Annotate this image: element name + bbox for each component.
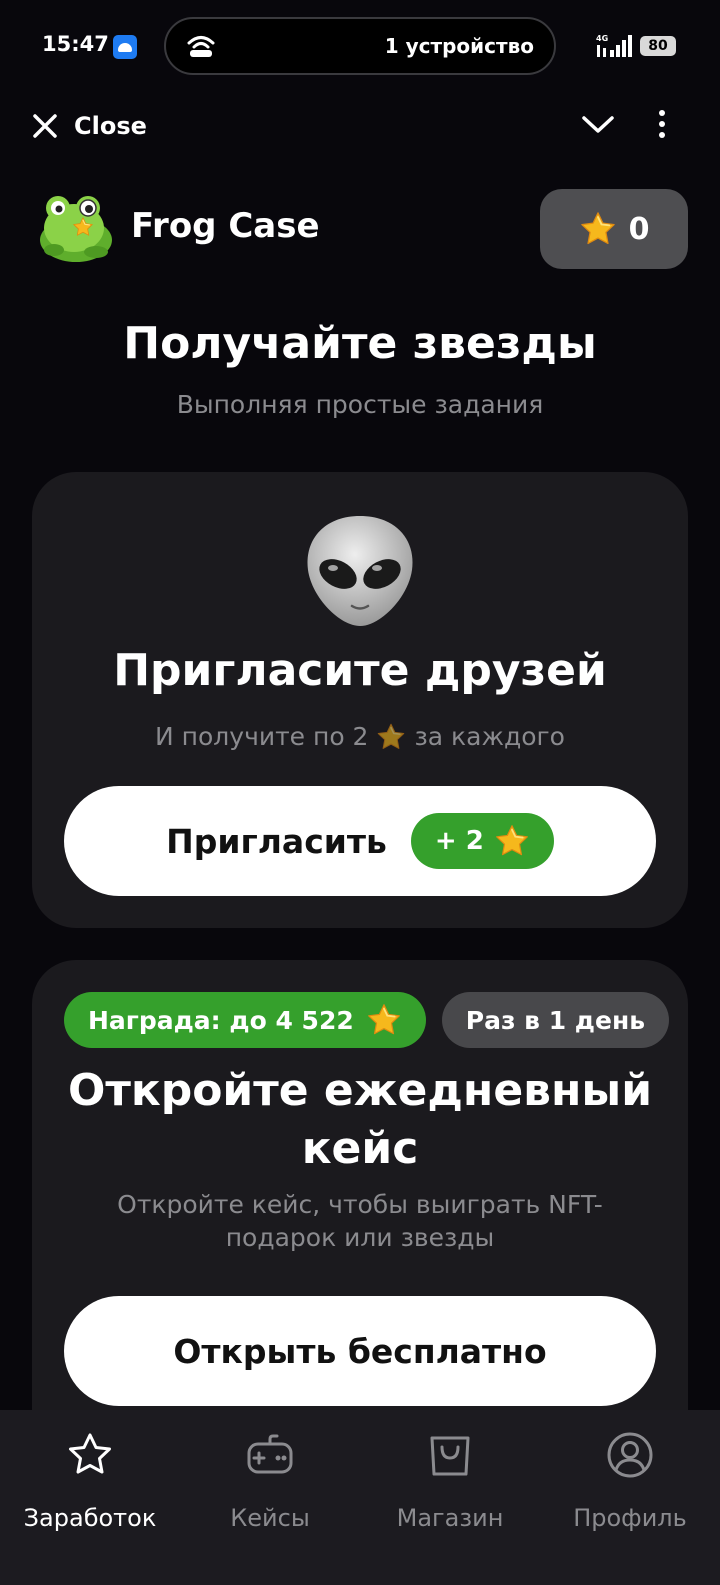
page-subtitle: Выполняя простые задания	[176, 390, 544, 419]
invite-button-label: Пригласить	[166, 821, 387, 861]
android-notification-icon	[113, 35, 137, 59]
frequency-badge-label: Раз в 1 день	[465, 1005, 646, 1035]
open-free-button[interactable]: Открыть бесплатно	[64, 1296, 656, 1406]
reward-badge-label: Награда: до 4 522	[88, 1005, 354, 1035]
star-icon	[494, 823, 530, 859]
profile-icon	[607, 1432, 653, 1478]
close-label: Close	[74, 112, 147, 140]
more-options-button[interactable]	[652, 106, 672, 142]
daily-case-badges: Награда: до 4 522 Раз в 1 день	[64, 992, 670, 1048]
nav-label-earnings: Заработок	[23, 1504, 157, 1532]
signal-4g-icon: 4G	[596, 34, 632, 57]
island-device-count: 1 устройство	[384, 34, 534, 58]
invite-desc-before: И получите по 2	[155, 722, 369, 751]
nav-item-earnings[interactable]: Заработок	[0, 1410, 180, 1585]
dot-icon	[659, 110, 665, 116]
daily-case-title: Откройте ежедневный кейс	[67, 1065, 653, 1174]
frog-logo	[40, 196, 112, 262]
frequency-badge: Раз в 1 день	[441, 992, 670, 1048]
star-outline-icon	[69, 1433, 111, 1474]
star-icon	[366, 1002, 402, 1038]
star-balance[interactable]: 0	[540, 189, 688, 269]
dot-icon	[659, 132, 665, 138]
daily-case-card: Награда: до 4 522 Раз в 1 день Откройте …	[32, 960, 688, 1460]
bottom-navigation: Заработок Кейсы Магазин Профиль	[0, 1410, 720, 1585]
svg-text:4G: 4G	[596, 34, 608, 43]
invite-description: И получите по 2 за каждого	[72, 720, 648, 753]
invite-friends-card: Пригласите друзей И получите по 2 за каж…	[32, 472, 688, 928]
invite-button[interactable]: Пригласить + 2	[64, 786, 656, 896]
chevron-down-icon[interactable]	[580, 108, 616, 140]
star-icon	[579, 210, 617, 248]
invite-reward-value: + 2	[434, 826, 484, 856]
balance-value: 0	[628, 211, 650, 247]
dot-icon	[659, 121, 665, 127]
shopping-bag-icon	[430, 1436, 470, 1476]
close-icon	[33, 114, 57, 138]
nav-item-profile[interactable]: Профиль	[540, 1410, 720, 1585]
dynamic-island[interactable]: 1 устройство	[164, 17, 556, 75]
nav-item-cases[interactable]: Кейсы	[180, 1410, 360, 1585]
invite-reward-pill: + 2	[410, 813, 554, 869]
daily-case-description: Откройте кейс, чтобы выиграть NFT-подаро…	[117, 1190, 603, 1252]
status-time: 15:47	[42, 32, 109, 56]
reward-badge: Награда: до 4 522	[64, 992, 426, 1048]
gamepad-icon	[247, 1434, 293, 1474]
star-icon	[376, 722, 406, 752]
invite-title: Пригласите друзей	[113, 645, 607, 696]
close-button[interactable]: Close	[30, 106, 147, 146]
invite-desc-after: за каждого	[414, 722, 565, 751]
nav-label-cases: Кейсы	[230, 1504, 310, 1532]
status-bar: 15:47 1 устройство 4G 80	[0, 0, 720, 92]
hotspot-icon	[187, 36, 215, 57]
nav-label-profile: Профиль	[573, 1504, 687, 1532]
nav-label-shop: Магазин	[396, 1504, 504, 1532]
battery-indicator: 80	[640, 36, 676, 56]
open-free-button-label: Открыть бесплатно	[173, 1331, 547, 1371]
app-name: Frog Case	[131, 206, 320, 246]
nav-item-shop[interactable]: Магазин	[360, 1410, 540, 1585]
alien-icon	[307, 516, 413, 626]
page-title: Получайте звезды	[123, 318, 597, 369]
